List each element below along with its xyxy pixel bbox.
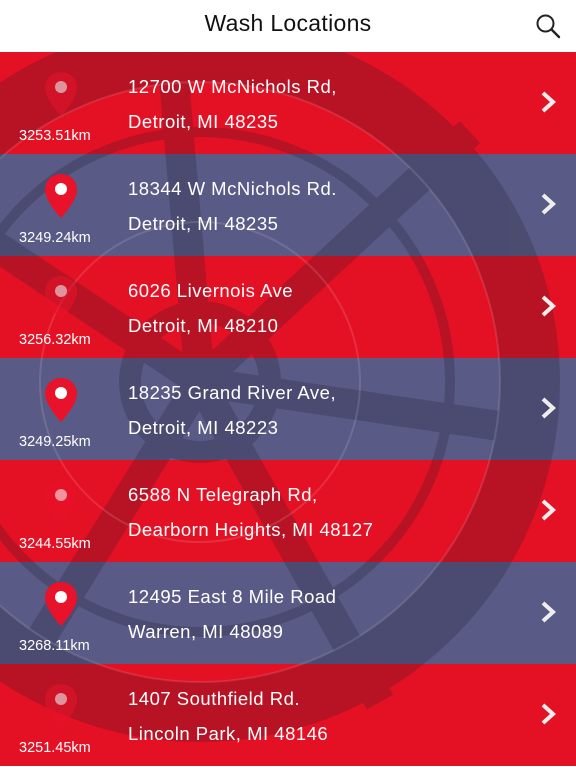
chevron-right-icon[interactable] [536, 294, 560, 318]
location-item[interactable]: 3244.55km 6588 N Telegraph Rd, Dearborn … [0, 460, 576, 562]
search-icon[interactable] [534, 12, 562, 40]
map-pin-icon [45, 72, 77, 116]
address-line-2: Warren, MI 48089 [128, 621, 284, 642]
address-line-1: 18344 W McNichols Rd. [128, 178, 337, 199]
distance-label: 3244.55km [19, 536, 91, 552]
chevron-right-icon[interactable] [536, 702, 560, 726]
map-pin-icon [45, 378, 77, 422]
address-line-1: 6588 N Telegraph Rd, [128, 484, 318, 505]
address-line-2: Detroit, MI 48223 [128, 417, 279, 438]
location-item[interactable]: 3251.45km 1407 Southfield Rd. Lincoln Pa… [0, 664, 576, 766]
address-line-2: Detroit, MI 48235 [128, 111, 279, 132]
location-item[interactable]: 3249.24km 18344 W McNichols Rd. Detroit,… [0, 154, 576, 256]
address-line-1: 6026 Livernois Ave [128, 280, 293, 301]
address-line-1: 18235 Grand River Ave, [128, 382, 337, 403]
locations-list[interactable]: 3253.51km 12700 W McNichols Rd, Detroit,… [0, 52, 576, 768]
chevron-right-icon[interactable] [536, 192, 560, 216]
location-item[interactable]: 3268.11km 12495 East 8 Mile Road Warren,… [0, 562, 576, 664]
distance-label: 3256.32km [19, 332, 91, 348]
map-pin-icon [45, 582, 77, 626]
map-pin-icon [45, 276, 77, 320]
distance-label: 3249.24km [19, 230, 91, 246]
address-line-2: Dearborn Heights, MI 48127 [128, 519, 374, 540]
chevron-right-icon[interactable] [536, 396, 560, 420]
location-item[interactable]: 3249.25km 18235 Grand River Ave, Detroit… [0, 358, 576, 460]
page-title: Wash Locations [204, 10, 372, 36]
address-line-1: 12495 East 8 Mile Road [128, 586, 337, 607]
distance-label: 3249.25km [19, 434, 91, 450]
map-pin-icon [45, 684, 77, 728]
address-line-2: Detroit, MI 48210 [128, 315, 279, 336]
location-item[interactable]: 3256.32km 6026 Livernois Ave Detroit, MI… [0, 256, 576, 358]
distance-label: 3251.45km [19, 740, 91, 756]
chevron-right-icon[interactable] [536, 498, 560, 522]
address-line-2: Lincoln Park, MI 48146 [128, 723, 329, 744]
distance-label: 3268.11km [19, 638, 90, 654]
address-line-1: 12700 W McNichols Rd, [128, 76, 337, 97]
distance-label: 3253.51km [19, 128, 91, 144]
map-pin-icon [45, 174, 77, 218]
navigation-bar: Wash Locations [0, 0, 576, 52]
address-line-2: Detroit, MI 48235 [128, 213, 279, 234]
location-item[interactable]: 3253.51km 12700 W McNichols Rd, Detroit,… [0, 52, 576, 154]
chevron-right-icon[interactable] [536, 90, 560, 114]
chevron-right-icon[interactable] [536, 600, 560, 624]
address-line-1: 1407 Southfield Rd. [128, 688, 301, 709]
map-pin-icon [45, 480, 77, 524]
